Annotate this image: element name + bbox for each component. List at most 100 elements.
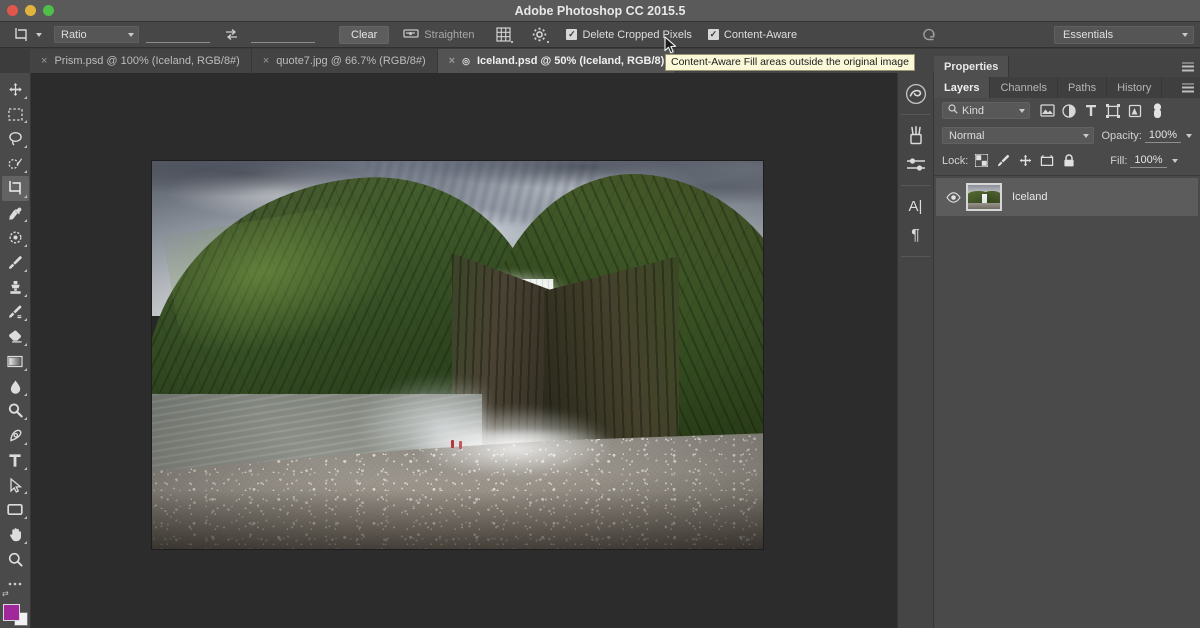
panel-menu-icon[interactable] xyxy=(1182,83,1194,92)
clone-stamp-tool[interactable] xyxy=(2,275,29,300)
paragraph-panel-icon[interactable]: ¶ xyxy=(899,221,932,251)
fill-input[interactable]: 100% xyxy=(1130,154,1167,168)
title-bar: Adobe Photoshop CC 2015.5 xyxy=(0,0,1200,22)
document-image-iceland-waterfall[interactable] xyxy=(152,161,763,549)
lock-all-icon[interactable] xyxy=(1062,154,1076,168)
filter-pixel-layers-icon[interactable] xyxy=(1036,101,1058,121)
blur-tool[interactable] xyxy=(2,374,29,399)
hand-tool[interactable] xyxy=(2,522,29,547)
tool-preset-chevron-icon[interactable] xyxy=(32,25,46,45)
switch-colors-icon[interactable]: ⇄ xyxy=(2,589,9,598)
spot-healing-brush-tool[interactable] xyxy=(2,225,29,250)
cc-libraries-icon[interactable] xyxy=(899,79,932,109)
filter-adjustment-layers-icon[interactable] xyxy=(1058,101,1080,121)
layer-kind-select[interactable]: Kind xyxy=(942,102,1030,119)
eyedropper-tool[interactable] xyxy=(2,201,29,226)
document-tab-label: Prism.psd @ 100% (Iceland, RGB/8#) xyxy=(54,55,240,67)
tab-channels[interactable]: Channels xyxy=(990,77,1058,98)
tab-layers[interactable]: Layers xyxy=(934,77,991,98)
tab-properties[interactable]: Properties xyxy=(934,56,1010,77)
reset-icon[interactable] xyxy=(917,25,939,45)
lasso-tool[interactable] xyxy=(2,126,29,151)
crop-tool[interactable] xyxy=(1,175,29,201)
layer-name[interactable]: Iceland xyxy=(1012,191,1047,203)
fill-label: Fill: xyxy=(1110,154,1128,167)
lock-transparent-pixels-icon[interactable] xyxy=(974,154,988,168)
cloud-document-icon: ◎ xyxy=(462,55,470,66)
brush-tool[interactable] xyxy=(2,250,29,275)
layers-tab-row: Layers Channels Paths History xyxy=(934,77,1200,98)
layers-panel-body: Kind Normal Opacity: 100% Lock: Fill: 10… xyxy=(934,98,1200,628)
filter-smart-object-icon[interactable] xyxy=(1124,101,1146,121)
photoshop-window: Adobe Photoshop CC 2015.5 Ratio Clear St… xyxy=(0,0,1200,628)
delete-cropped-pixels-label: Delete Cropped Pixels xyxy=(582,28,692,41)
crop-ratio-select[interactable]: Ratio xyxy=(54,26,139,43)
color-swatches[interactable]: ⇄ xyxy=(1,589,29,628)
crop-overlay-grid-icon[interactable] xyxy=(492,25,514,45)
chevron-down-icon[interactable] xyxy=(1171,158,1178,163)
content-aware-checkbox[interactable]: ✓ Content-Aware xyxy=(707,29,797,41)
filter-shape-layers-icon[interactable] xyxy=(1102,101,1124,121)
lock-label: Lock: xyxy=(942,154,969,167)
crop-tool-icon[interactable] xyxy=(10,25,32,45)
search-icon xyxy=(948,104,958,117)
layer-row-iceland[interactable]: Iceland xyxy=(936,178,1198,216)
lock-artboard-nesting-icon[interactable] xyxy=(1040,154,1054,168)
lock-position-icon[interactable] xyxy=(1018,154,1032,168)
straighten-button[interactable]: Straighten xyxy=(403,26,474,44)
move-tool[interactable] xyxy=(2,77,29,102)
blend-mode-select[interactable]: Normal xyxy=(942,127,1094,144)
character-panel-icon[interactable]: A| xyxy=(899,191,932,221)
crop-height-input[interactable] xyxy=(251,26,315,43)
gear-icon[interactable] xyxy=(528,25,550,45)
close-icon[interactable]: × xyxy=(41,55,47,67)
filter-type-layers-icon[interactable] xyxy=(1080,101,1102,121)
path-selection-tool[interactable] xyxy=(2,473,29,498)
chevron-down-icon xyxy=(128,32,134,37)
brush-presets-icon[interactable] xyxy=(899,120,932,150)
dock-divider xyxy=(901,185,930,186)
clear-button[interactable]: Clear xyxy=(339,25,390,44)
delete-cropped-pixels-checkbox[interactable]: ✓ Delete Cropped Pixels xyxy=(566,28,692,41)
opacity-input[interactable]: 100% xyxy=(1144,129,1181,143)
type-tool[interactable] xyxy=(2,448,29,473)
pen-tool[interactable] xyxy=(2,423,29,448)
eye-icon[interactable] xyxy=(942,191,964,203)
paragraph-glyph: ¶ xyxy=(911,227,920,244)
panel-menu-icon[interactable] xyxy=(1182,62,1194,71)
foreground-color-swatch[interactable] xyxy=(3,604,20,622)
chevron-down-icon xyxy=(1182,33,1188,37)
canvas-area[interactable] xyxy=(31,73,897,628)
quick-selection-tool[interactable] xyxy=(2,151,29,176)
document-tab-prism[interactable]: × Prism.psd @ 100% (Iceland, RGB/8#) xyxy=(30,49,252,73)
filter-toggle-switch[interactable] xyxy=(1146,101,1168,121)
close-icon[interactable]: × xyxy=(449,55,455,67)
chevron-down-icon[interactable] xyxy=(1186,133,1192,138)
swap-dimensions-icon[interactable] xyxy=(218,25,244,45)
chevron-down-icon xyxy=(1019,108,1025,113)
eraser-tool[interactable] xyxy=(2,324,29,349)
gradient-tool[interactable] xyxy=(2,349,29,374)
document-tab-quote7[interactable]: × quote7.jpg @ 66.7% (RGB/8#) xyxy=(251,49,438,73)
tools-panel: ⇄ xyxy=(0,73,31,628)
straighten-icon xyxy=(403,26,419,44)
close-icon[interactable]: × xyxy=(263,55,269,67)
lock-image-pixels-icon[interactable] xyxy=(996,154,1010,168)
dodge-tool[interactable] xyxy=(2,399,29,424)
history-brush-tool[interactable] xyxy=(2,300,29,325)
layer-thumbnail[interactable] xyxy=(966,183,1002,211)
tab-history[interactable]: History xyxy=(1107,77,1163,98)
document-tab-iceland[interactable]: × ◎ Iceland.psd @ 50% (Iceland, RGB/8) xyxy=(437,49,677,73)
rectangular-marquee-tool[interactable] xyxy=(2,102,29,127)
chevron-down-icon xyxy=(1082,133,1089,138)
document-tab-label: quote7.jpg @ 66.7% (RGB/8#) xyxy=(276,55,426,67)
dock-divider xyxy=(901,114,930,115)
workspace-select[interactable]: Essentials xyxy=(1054,26,1194,44)
crop-width-input[interactable] xyxy=(146,26,210,43)
adjustments-icon[interactable] xyxy=(899,150,932,180)
rectangle-tool[interactable] xyxy=(2,497,29,522)
image-beach-foreground-shadow xyxy=(152,491,763,549)
zoom-tool[interactable] xyxy=(2,547,29,572)
document-tab-label: Iceland.psd @ 50% (Iceland, RGB/8) xyxy=(476,55,665,67)
tab-paths[interactable]: Paths xyxy=(1057,77,1108,98)
